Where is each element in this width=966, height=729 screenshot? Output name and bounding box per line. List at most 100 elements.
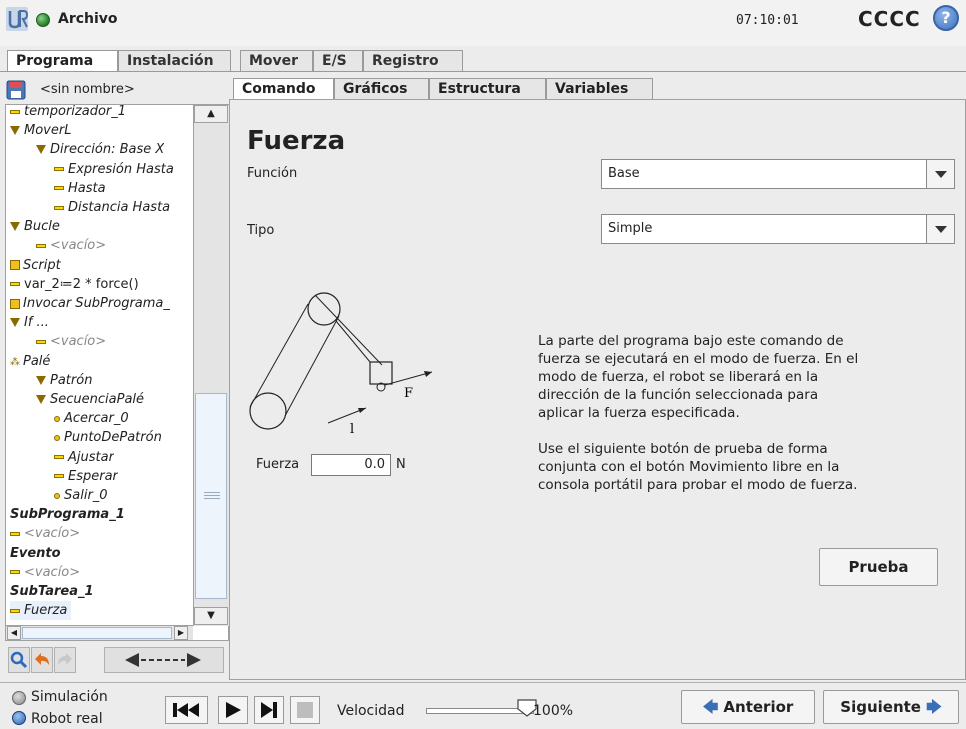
tree-node[interactable]: Hasta (54, 179, 106, 198)
tree-node[interactable]: temporizador_1 (10, 102, 126, 121)
arrow-right-icon: 🡆 (926, 698, 942, 716)
tree-node[interactable]: SecuenciaPalé (36, 390, 144, 409)
test-button[interactable]: Prueba (819, 548, 938, 586)
real-robot-radio-icon[interactable] (12, 711, 26, 725)
tree-node[interactable]: Esperar (54, 467, 118, 486)
tree-node[interactable]: ⁂ Palé (10, 352, 50, 371)
next-button[interactable]: Siguiente 🡆 (823, 690, 959, 724)
real-robot-label[interactable]: Robot real (31, 711, 103, 727)
node-icon (10, 608, 20, 613)
rewind-button[interactable] (165, 696, 208, 724)
tree-node[interactable]: Expresión Hasta (54, 160, 174, 179)
tab-es[interactable]: E/S (313, 50, 363, 72)
force-diagram: F l (249, 292, 433, 437)
tree-node[interactable]: <vacío> (36, 236, 106, 255)
pallet-icon: ⁂ (10, 356, 20, 368)
undo-icon[interactable] (31, 647, 53, 673)
tree-node[interactable]: Evento (10, 544, 61, 563)
expand-triangle-icon (10, 318, 20, 328)
simulation-radio-icon[interactable] (12, 691, 26, 705)
play-button[interactable] (218, 696, 248, 724)
tree-node-label: <vacío> (50, 238, 107, 254)
scroll-thumb[interactable] (195, 393, 227, 599)
tree-node-label: SubTarea_1 (10, 584, 94, 599)
chevron-down-icon[interactable] (926, 160, 954, 188)
tree-node[interactable]: SubPrograma_1 (10, 505, 125, 524)
tree-node-label: <vacío> (50, 334, 107, 350)
robot-status-icon (36, 13, 50, 27)
tab-mover[interactable]: Mover (240, 50, 313, 72)
tree-node[interactable]: PuntoDePatrón (54, 428, 162, 447)
tree-node-label: Distancia Hasta (68, 200, 171, 215)
force-input[interactable]: 0.0 (311, 454, 391, 476)
tree-node[interactable]: MoverL (10, 121, 71, 140)
tree-node[interactable]: var_2≔2 * force() (10, 275, 139, 294)
tree-node-label: SubPrograma_1 (10, 507, 125, 523)
previous-button[interactable]: 🡄 Anterior (681, 690, 815, 724)
bottom-bar (0, 682, 966, 729)
tree-node[interactable]: Bucle (10, 217, 60, 236)
scroll-up-button[interactable]: ▲ (194, 105, 228, 123)
tree-node[interactable]: If ... (10, 313, 49, 332)
move-node-button[interactable] (104, 647, 224, 673)
arrow-left-right-icon (125, 653, 201, 667)
node-icon (54, 205, 64, 210)
tree-node-label: Salir_0 (64, 488, 108, 503)
stop-button[interactable] (290, 696, 320, 724)
save-icon[interactable] (6, 80, 26, 100)
funcion-select[interactable]: Base (601, 159, 955, 189)
play-icon (226, 702, 241, 718)
tree-node[interactable]: Fuerza (10, 601, 72, 621)
redo-icon[interactable] (54, 647, 76, 673)
simulation-label[interactable]: Simulación (31, 689, 108, 705)
file-menu[interactable]: Archivo (58, 11, 118, 27)
tree-node[interactable]: <vacío> (10, 563, 80, 582)
tree-node-label: PuntoDePatrón (64, 430, 162, 446)
expand-triangle-icon (36, 395, 46, 404)
tipo-select[interactable]: Simple (601, 214, 955, 244)
tree-node[interactable]: Salir_0 (54, 486, 108, 505)
search-icon[interactable] (8, 647, 30, 673)
node-icon (36, 243, 46, 248)
tree-node[interactable]: Distancia Hasta (54, 198, 170, 217)
tab-comando[interactable]: Comando (233, 78, 334, 100)
node-icon (54, 474, 64, 479)
tree-node[interactable]: SubTarea_1 (10, 582, 94, 601)
tab-programa[interactable]: Programa (7, 50, 118, 72)
node-icon (10, 109, 20, 114)
tree-node[interactable]: <vacío> (36, 332, 106, 351)
tree-node[interactable]: <vacío> (10, 524, 80, 543)
tree-node[interactable]: Acercar_0 (54, 409, 129, 428)
tree-node-label: MoverL (24, 123, 72, 139)
scroll-right-button[interactable]: ▶ (174, 626, 188, 640)
scroll-down-button[interactable]: ▼ (194, 607, 228, 625)
tree-node-label: Fuerza (24, 603, 68, 619)
tree-node[interactable]: Dirección: Base X (36, 140, 164, 159)
help-icon[interactable]: ? (933, 5, 959, 31)
tree-node[interactable]: Script (10, 256, 61, 275)
tree-node[interactable]: Patrón (36, 371, 92, 390)
node-icon (36, 339, 46, 344)
tree-node[interactable]: Invocar SubPrograma_ (10, 294, 170, 313)
horizontal-scroll-thumb[interactable] (22, 627, 172, 639)
node-icon (10, 570, 20, 575)
tree-node-label: Hasta (68, 180, 106, 196)
node-icon (10, 531, 20, 536)
tab-graficos[interactable]: Gráficos (334, 78, 429, 100)
scroll-left-button[interactable]: ◀ (7, 626, 21, 640)
node-icon (54, 167, 64, 172)
node-icon (54, 186, 64, 191)
tab-instalacion[interactable]: Instalación (118, 50, 231, 72)
speed-value: 100% (533, 703, 574, 719)
expand-triangle-icon (10, 222, 20, 232)
step-button[interactable] (254, 696, 284, 724)
step-forward-icon (261, 702, 277, 718)
tab-estructura[interactable]: Estructura (429, 78, 546, 100)
chevron-down-icon[interactable] (926, 215, 954, 243)
tree-node[interactable]: Ajustar (54, 448, 114, 467)
tree-node-label: <vacío> (24, 526, 81, 542)
tab-variables[interactable]: Variables (546, 78, 653, 100)
tree-node-label: If ... (24, 315, 49, 331)
tab-registro[interactable]: Registro (363, 50, 463, 72)
node-icon (10, 282, 20, 287)
